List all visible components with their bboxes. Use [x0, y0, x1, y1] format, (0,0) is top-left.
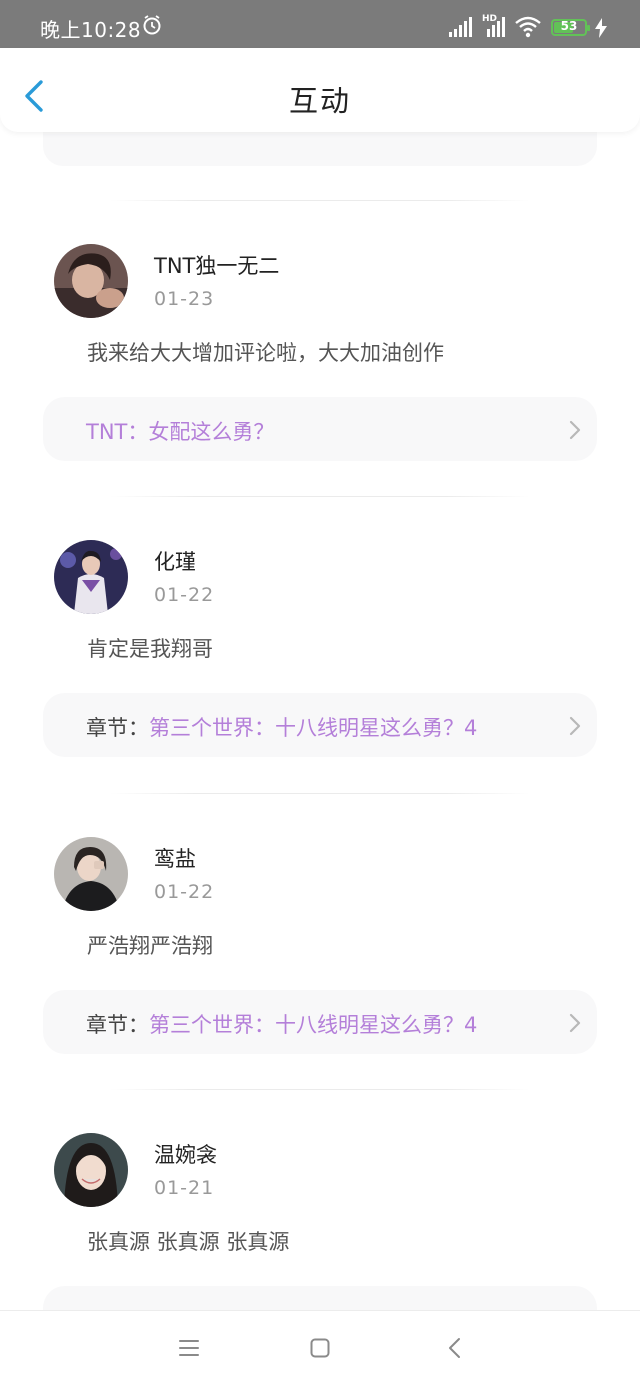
comment-date: 01-23	[154, 288, 215, 310]
chevron-right-icon	[569, 716, 581, 736]
reference-label: 章节：	[86, 1013, 149, 1037]
comment-text: 我来给大大增加评论啦，大大加油创作	[87, 341, 444, 365]
app-header: 互动	[0, 48, 640, 132]
chevron-right-icon	[569, 1013, 581, 1033]
reference-link[interactable]	[43, 1286, 597, 1310]
status-bar: 晚上10:28 HD 53	[0, 0, 640, 48]
username[interactable]: 温婉衾	[154, 1139, 217, 1169]
battery-level: 53	[560, 19, 578, 33]
system-nav-bar	[0, 1310, 640, 1388]
reference-link[interactable]: 章节：第三个世界：十八线明星这么勇？4	[43, 693, 597, 757]
chevron-right-icon	[569, 420, 581, 440]
comment-item: TNT独一无二 01-23 我来给大大增加评论啦，大大加油创作 TNT：女配这么…	[0, 244, 640, 484]
username[interactable]: TNT独一无二	[154, 250, 279, 280]
reference-title: 第三个世界：十八线明星这么勇？4	[149, 716, 478, 740]
cell-signal-icon	[449, 17, 472, 37]
comment-item: 化瑾 01-22 肯定是我翔哥 章节：第三个世界：十八线明星这么勇？4	[0, 540, 640, 780]
reference-link[interactable]: TNT：女配这么勇？	[43, 397, 597, 461]
avatar[interactable]	[54, 837, 128, 911]
status-time: 晚上10:28	[40, 18, 142, 42]
menu-icon[interactable]	[178, 1337, 200, 1359]
divider	[110, 496, 530, 497]
wifi-icon	[515, 16, 541, 38]
comment-text: 严浩翔严浩翔	[87, 934, 213, 958]
comment-text: 肯定是我翔哥	[87, 637, 213, 661]
comment-date: 01-22	[154, 881, 215, 903]
divider	[110, 793, 530, 794]
comment-date: 01-21	[154, 1177, 215, 1199]
comment-item: 温婉衾 01-21 张真源 张真源 张真源	[0, 1133, 640, 1310]
home-square-icon[interactable]	[309, 1337, 331, 1359]
comment-date: 01-22	[154, 584, 215, 606]
reference-title: 第三个世界：十八线明星这么勇？4	[149, 1013, 478, 1037]
reference-text: 章节：第三个世界：十八线明星这么勇？4	[86, 1009, 477, 1039]
comment-item: 鸾盐 01-22 严浩翔严浩翔 章节：第三个世界：十八线明星这么勇？4	[0, 837, 640, 1077]
username[interactable]: 鸾盐	[154, 843, 196, 873]
divider	[110, 1089, 530, 1090]
reference-text: TNT：女配这么勇？	[86, 416, 274, 446]
comment-text: 张真源 张真源 张真源	[87, 1230, 290, 1254]
nav-back-icon[interactable]	[444, 1337, 466, 1359]
page-title: 互动	[288, 84, 351, 118]
username[interactable]: 化瑾	[154, 546, 196, 576]
battery-icon: 53	[551, 19, 590, 36]
reference-text: 章节：第三个世界：十八线明星这么勇？4	[86, 712, 477, 742]
comment-list[interactable]: TNT独一无二 01-23 我来给大大增加评论啦，大大加油创作 TNT：女配这么…	[0, 132, 640, 1310]
avatar[interactable]	[54, 540, 128, 614]
reference-card-partial[interactable]	[43, 132, 597, 166]
avatar[interactable]	[54, 1133, 128, 1207]
cell-signal-hd-icon	[487, 17, 505, 37]
avatar[interactable]	[54, 244, 128, 318]
divider	[110, 200, 530, 201]
reference-title: TNT：女配这么勇？	[86, 420, 275, 444]
reference-link[interactable]: 章节：第三个世界：十八线明星这么勇？4	[43, 990, 597, 1054]
alarm-clock-icon	[143, 15, 161, 35]
reference-label: 章节：	[86, 716, 149, 740]
charging-bolt-icon	[595, 18, 607, 38]
